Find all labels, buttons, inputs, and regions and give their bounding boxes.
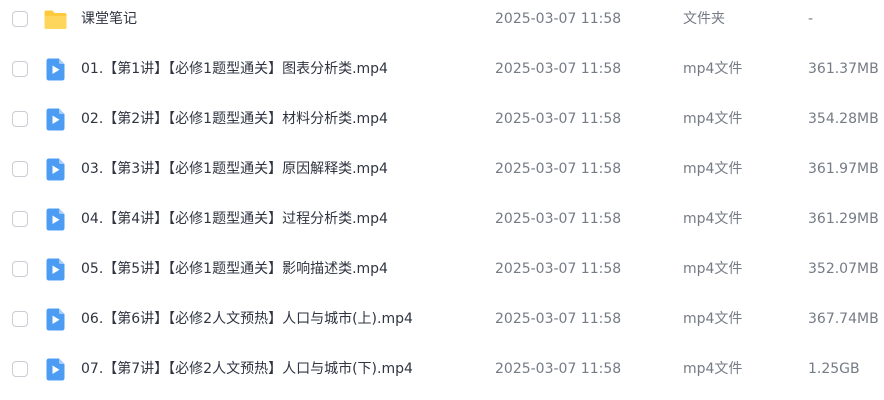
file-row[interactable]: 07.【第7讲】【必修2人文预热】人口与城市(下).mp4 2025-03-07… [0, 350, 884, 400]
video-file-icon [43, 207, 68, 232]
modified-date: 2025-03-07 11:58 [495, 261, 622, 277]
modified-date: 2025-03-07 11:58 [495, 111, 622, 127]
file-name[interactable]: 07.【第7讲】【必修2人文预热】人口与城市(下).mp4 [81, 358, 413, 380]
row-checkbox[interactable] [12, 211, 28, 227]
modified-date: 2025-03-07 11:58 [495, 361, 622, 377]
file-type: mp4文件 [683, 111, 743, 127]
file-name[interactable]: 06.【第6讲】【必修2人文预热】人口与城市(上).mp4 [81, 308, 413, 330]
folder-icon [43, 7, 68, 32]
file-row-folder[interactable]: 课堂笔记 2025-03-07 11:58 文件夹 - [0, 0, 884, 50]
video-file-icon [43, 357, 68, 382]
modified-date: 2025-03-07 11:58 [495, 161, 622, 177]
video-file-icon [43, 107, 68, 132]
file-list: 课堂笔记 2025-03-07 11:58 文件夹 - 01.【第1讲】【必修1… [0, 0, 884, 387]
row-checkbox[interactable] [12, 311, 28, 327]
file-row[interactable]: 01.【第1讲】【必修1题型通关】图表分析类.mp4 2025-03-07 11… [0, 50, 884, 100]
row-checkbox[interactable] [12, 261, 28, 277]
file-row[interactable]: 02.【第2讲】【必修1题型通关】材料分析类.mp4 2025-03-07 11… [0, 100, 884, 150]
file-size: 367.74MB [808, 311, 879, 327]
modified-date: 2025-03-07 11:58 [495, 61, 622, 77]
video-file-icon [43, 157, 68, 182]
video-file-icon [43, 307, 68, 332]
file-size: 352.07MB [808, 261, 879, 277]
file-name[interactable]: 01.【第1讲】【必修1题型通关】图表分析类.mp4 [81, 58, 388, 80]
file-size: 361.29MB [808, 211, 879, 227]
video-file-icon [43, 257, 68, 282]
file-type: mp4文件 [683, 61, 743, 77]
modified-date: 2025-03-07 11:58 [495, 11, 622, 27]
file-type: mp4文件 [683, 361, 743, 377]
file-type: mp4文件 [683, 261, 743, 277]
file-type: mp4文件 [683, 211, 743, 227]
file-size: 1.25GB [808, 361, 860, 377]
file-size: 354.28MB [808, 111, 879, 127]
file-name[interactable]: 05.【第5讲】【必修1题型通关】影响描述类.mp4 [81, 258, 388, 280]
modified-date: 2025-03-07 11:58 [495, 311, 622, 327]
file-type: mp4文件 [683, 311, 743, 327]
file-row[interactable]: 03.【第3讲】【必修1题型通关】原因解释类.mp4 2025-03-07 11… [0, 150, 884, 200]
row-checkbox[interactable] [12, 61, 28, 77]
file-type: mp4文件 [683, 161, 743, 177]
row-checkbox[interactable] [12, 11, 28, 27]
row-checkbox[interactable] [12, 161, 28, 177]
row-checkbox[interactable] [12, 361, 28, 377]
row-checkbox[interactable] [12, 111, 28, 127]
file-name[interactable]: 04.【第4讲】【必修1题型通关】过程分析类.mp4 [81, 208, 388, 230]
file-size: 361.97MB [808, 161, 879, 177]
file-size: - [808, 11, 814, 27]
file-size: 361.37MB [808, 61, 879, 77]
video-file-icon [43, 57, 68, 82]
file-name[interactable]: 02.【第2讲】【必修1题型通关】材料分析类.mp4 [81, 108, 388, 130]
file-name[interactable]: 课堂笔记 [81, 8, 137, 30]
file-row[interactable]: 06.【第6讲】【必修2人文预热】人口与城市(上).mp4 2025-03-07… [0, 300, 884, 350]
file-row[interactable]: 05.【第5讲】【必修1题型通关】影响描述类.mp4 2025-03-07 11… [0, 250, 884, 300]
file-name[interactable]: 03.【第3讲】【必修1题型通关】原因解释类.mp4 [81, 158, 388, 180]
modified-date: 2025-03-07 11:58 [495, 211, 622, 227]
file-type: 文件夹 [683, 11, 725, 27]
file-row[interactable]: 04.【第4讲】【必修1题型通关】过程分析类.mp4 2025-03-07 11… [0, 200, 884, 250]
